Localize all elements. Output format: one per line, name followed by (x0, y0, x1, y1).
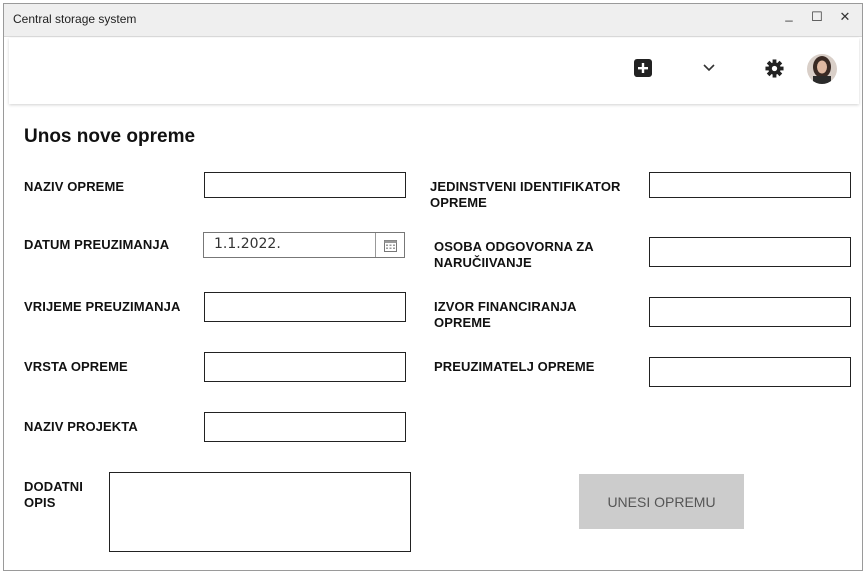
jedinstveni-identifikator-label-line2: OPREME (430, 195, 487, 210)
izvor-financiranja-label: IZVOR FINANCIRANJA OPREME (434, 299, 577, 331)
form-area: Unos nove opreme NAZIV OPREME DATUM PREU… (4, 104, 862, 570)
chevron-down-icon[interactable] (699, 58, 719, 78)
preuzimatelj-label: PREUZIMATELJ OPREME (434, 359, 595, 374)
dodatni-opis-textarea[interactable] (109, 472, 411, 552)
dodatni-opis-label: DODATNI OPIS (24, 479, 83, 511)
close-button[interactable]: ✕ (835, 9, 855, 25)
toolbar (9, 38, 859, 104)
title-bar: Central storage system _ ☐ ✕ (4, 4, 862, 37)
vrsta-opreme-label: VRSTA OPREME (24, 359, 128, 374)
osoba-odgovorna-label-line2: NARUČIIVANJE (434, 255, 532, 270)
jedinstveni-identifikator-label: JEDINSTVENI IDENTIFIKATOR OPREME (430, 179, 621, 211)
date-value: 1.1.2022. (214, 236, 281, 252)
izvor-financiranja-label-line1: IZVOR FINANCIRANJA (434, 299, 577, 314)
izvor-financiranja-input[interactable] (649, 297, 851, 327)
osoba-odgovorna-input[interactable] (649, 237, 851, 267)
naziv-opreme-input[interactable] (204, 172, 406, 198)
izvor-financiranja-label-line2: OPREME (434, 315, 491, 330)
osoba-odgovorna-label-line1: OSOBA ODGOVORNA ZA (434, 239, 594, 254)
naziv-projekta-label: NAZIV PROJEKTA (24, 419, 138, 434)
dodatni-opis-label-line2: OPIS (24, 495, 56, 510)
vrijeme-preuzimanja-label: VRIJEME PREUZIMANJA (24, 299, 181, 314)
app-window: Central storage system _ ☐ ✕ Unos nove o… (3, 3, 863, 571)
preuzimatelj-input[interactable] (649, 357, 851, 387)
page-title: Unos nove opreme (24, 126, 196, 147)
gear-icon[interactable] (764, 58, 784, 78)
maximize-button[interactable]: ☐ (807, 9, 827, 25)
avatar[interactable] (807, 54, 837, 84)
window-title: Central storage system (13, 12, 137, 26)
datum-preuzimanja-input[interactable]: 1.1.2022. (203, 232, 405, 258)
vrijeme-preuzimanja-input[interactable] (204, 292, 406, 322)
minimize-button[interactable]: _ (779, 7, 799, 22)
jedinstveni-identifikator-input[interactable] (649, 172, 851, 198)
add-icon[interactable] (633, 58, 653, 78)
submit-button[interactable]: UNESI OPREMU (579, 474, 744, 529)
jedinstveni-identifikator-label-line1: JEDINSTVENI IDENTIFIKATOR (430, 179, 621, 194)
naziv-opreme-label: NAZIV OPREME (24, 179, 125, 194)
dodatni-opis-label-line1: DODATNI (24, 479, 83, 494)
naziv-projekta-input[interactable] (204, 412, 406, 442)
datum-preuzimanja-label: DATUM PREUZIMANJA (24, 237, 170, 252)
osoba-odgovorna-label: OSOBA ODGOVORNA ZA NARUČIIVANJE (434, 239, 594, 271)
vrsta-opreme-input[interactable] (204, 352, 406, 382)
calendar-icon[interactable] (375, 233, 404, 257)
